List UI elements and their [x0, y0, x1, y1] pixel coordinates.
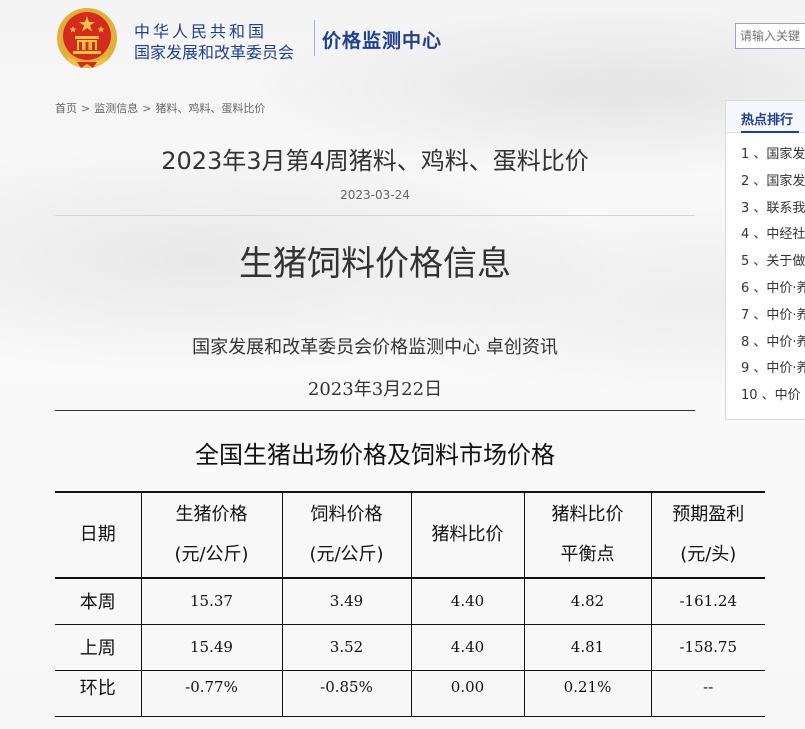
table-cell: -0.85% [281, 670, 411, 716]
article-title: 2023年3月第4周猪料、鸡料、蛋料比价 [161, 147, 589, 175]
table-cell: 4.40 [410, 578, 524, 624]
hot-ranking-title[interactable]: 热点排行 [741, 109, 793, 128]
column-header-ratio: 猪料比价 [410, 492, 524, 578]
table-cell: 0.21% [523, 670, 651, 716]
table-cell: 4.82 [523, 578, 651, 624]
table-header-row: 日期 生猪价格 (元/公斤) 饲料价格 (元/公斤) 猪料比价 猪料比价 平衡点 预期… [55, 492, 765, 578]
hot-ranking-item[interactable]: 3 、联系我 [726, 195, 805, 222]
table-cell: -158.75 [650, 624, 765, 670]
column-header-date: 日期 [79, 524, 116, 545]
hot-ranking-item[interactable]: 10 、中价 [726, 382, 805, 409]
hot-ranking-item[interactable]: 6 、中价·养 [726, 275, 805, 302]
column-header-profit: 预期盈利 (元/头) [650, 492, 765, 578]
table-row: 本周 15.37 3.49 4.40 4.82 -161.24 [55, 578, 765, 624]
table-cell: 4.40 [410, 624, 524, 670]
hot-ranking-item[interactable]: 8 、中价·养 [726, 329, 805, 356]
table-cell: 环比 [79, 678, 116, 699]
column-header-hog-price: 生猪价格 (元/公斤) [140, 492, 282, 578]
breadcrumb-separator: > [81, 102, 91, 115]
hot-ranking-list: 1 、国家发 2 、国家发 3 、联系我 4 、中经社 5 、关于做 6 、中价… [726, 133, 805, 409]
breadcrumb-separator: > [142, 102, 152, 115]
table-cell: 上周 [79, 638, 116, 659]
site-name[interactable]: 价格监测中心 [322, 26, 442, 53]
document-title: 生猪饲料价格信息 [239, 244, 511, 284]
hot-ranking-item[interactable]: 2 、国家发 [726, 168, 805, 195]
national-emblem-icon [55, 6, 119, 70]
header-divider [314, 20, 315, 56]
table-cell: -- [650, 670, 765, 716]
table-cell: 本周 [79, 592, 116, 614]
table-cell: 3.49 [281, 578, 411, 624]
hot-ranking-item[interactable]: 5 、关于做 [726, 248, 805, 275]
hot-ranking-item[interactable]: 4 、中经社 [726, 221, 805, 248]
table-cell: 15.37 [140, 578, 282, 624]
search-input[interactable] [735, 23, 805, 49]
table-cell: -161.24 [650, 578, 765, 624]
hot-ranking-header: 热点排行 [726, 101, 805, 133]
table-cell: 15.49 [140, 624, 282, 670]
table-cell: -0.77% [140, 670, 282, 716]
breadcrumb-home[interactable]: 首页 [55, 102, 77, 115]
org-full-name: 国家发展和改革委员会 [134, 43, 295, 62]
article-date: 2023-03-24 [340, 188, 410, 202]
breadcrumb-current[interactable]: 猪料、鸡料、蛋料比价 [155, 102, 265, 115]
table-cell: 0.00 [410, 670, 524, 716]
price-table: 日期 生猪价格 (元/公斤) 饲料价格 (元/公斤) 猪料比价 猪料比价 平衡点 预期… [55, 491, 765, 717]
table-row: 环比 -0.77% -0.85% 0.00 0.21% -- [55, 670, 765, 716]
hot-ranking-panel: 热点排行 1 、国家发 2 、国家发 3 、联系我 4 、中经社 5 、关于做 … [725, 100, 805, 420]
breadcrumb: 首页 > 监测信息 > 猪料、鸡料、蛋料比价 [55, 100, 265, 116]
divider [55, 410, 695, 411]
document-date: 2023年3月22日 [307, 379, 443, 400]
document-source: 国家发展和改革委员会价格监测中心 卓创资讯 [192, 337, 558, 358]
hot-ranking-item[interactable]: 7 、中价·养 [726, 302, 805, 329]
breadcrumb-monitoring[interactable]: 监测信息 [94, 102, 138, 115]
table-cell: 4.81 [523, 624, 651, 670]
column-header-feed-price: 饲料价格 (元/公斤) [281, 492, 411, 578]
column-header-breakeven: 猪料比价 平衡点 [523, 492, 651, 578]
hot-ranking-item[interactable]: 9 、中价·养 [726, 355, 805, 382]
table-row: 上周 15.49 3.52 4.40 4.81 -158.75 [55, 624, 765, 670]
hot-ranking-item[interactable]: 1 、国家发 [726, 141, 805, 168]
table-title: 全国生猪出场价格及饲料市场价格 [195, 441, 555, 469]
table-cell: 3.52 [281, 624, 411, 670]
divider [55, 215, 695, 216]
